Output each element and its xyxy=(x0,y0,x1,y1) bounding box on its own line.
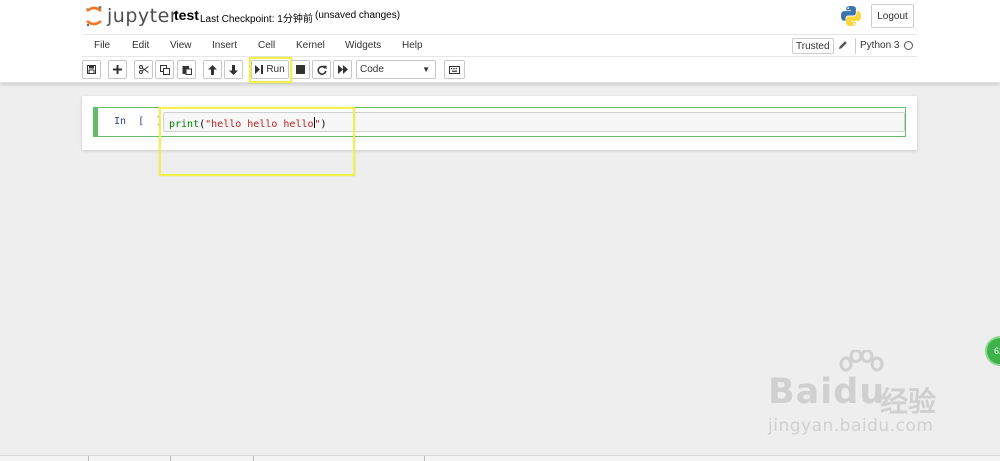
jupyter-logo-icon xyxy=(86,6,102,27)
bottom-scrollbar[interactable] xyxy=(0,455,1000,461)
toolbar: Run Code ▼ xyxy=(82,58,917,82)
paste-icon xyxy=(182,65,192,75)
kernel-idle-indicator-icon xyxy=(904,41,913,50)
menu-edit[interactable]: Edit xyxy=(132,40,149,51)
checkpoint-status: Last Checkpoint: 1分钟前 xyxy=(200,14,313,25)
strip-divider xyxy=(170,456,171,461)
menu-file[interactable]: File xyxy=(94,40,110,51)
menu-view[interactable]: View xyxy=(170,40,192,51)
kernel-name[interactable]: Python 3 xyxy=(860,40,899,51)
strip-divider xyxy=(424,456,425,461)
command-palette-button[interactable] xyxy=(444,60,465,79)
insert-cell-button[interactable] xyxy=(108,60,127,79)
plus-icon xyxy=(113,65,122,74)
restart-run-all-button[interactable] xyxy=(333,60,352,79)
save-icon xyxy=(87,65,96,74)
restart-kernel-button[interactable] xyxy=(312,60,331,79)
save-button[interactable] xyxy=(82,60,101,79)
notebook-name[interactable]: test xyxy=(174,7,199,23)
menu-help[interactable]: Help xyxy=(402,40,423,51)
interrupt-kernel-button[interactable] xyxy=(291,60,310,79)
header: jupyter test Last Checkpoint: 1分钟前 (unsa… xyxy=(0,0,1000,83)
cut-button[interactable] xyxy=(134,60,153,79)
baidu-watermark: Baidu 经验 jingyan.baidu.com xyxy=(768,350,948,440)
jupyter-logo-text: jupyter xyxy=(107,5,179,27)
top-bar: jupyter test Last Checkpoint: 1分钟前 (unsa… xyxy=(0,0,1000,34)
keyboard-icon xyxy=(449,65,460,74)
jupyter-logo[interactable]: jupyter xyxy=(84,4,178,28)
cell-type-value: Code xyxy=(360,64,384,75)
copy-button[interactable] xyxy=(155,60,174,79)
pencil-icon[interactable] xyxy=(838,40,848,50)
floating-badge[interactable]: 62 xyxy=(985,336,1000,366)
scissors-icon xyxy=(138,65,149,74)
kernel-divider xyxy=(855,38,856,54)
menu-widgets[interactable]: Widgets xyxy=(345,40,381,51)
watermark-url: jingyan.baidu.com xyxy=(768,416,934,436)
autosave-status: (unsaved changes) xyxy=(315,10,401,21)
menu-cell[interactable]: Cell xyxy=(258,40,275,51)
run-button-highlight xyxy=(249,57,292,83)
restart-icon xyxy=(316,65,327,75)
copy-icon xyxy=(159,64,170,75)
python-logo-icon xyxy=(841,6,861,26)
strip-divider xyxy=(253,456,254,461)
paste-button[interactable] xyxy=(177,60,196,79)
strip-divider xyxy=(88,456,89,461)
arrow-down-icon xyxy=(229,64,238,75)
watermark-brand: Baidu xyxy=(768,372,886,412)
logout-button[interactable]: Logout xyxy=(871,4,914,28)
menu-bar: File Edit View Insert Cell Kernel Widget… xyxy=(82,34,917,57)
code-highlight-box xyxy=(159,107,355,176)
cell-type-select[interactable]: Code ▼ xyxy=(356,60,436,79)
arrow-up-icon xyxy=(208,64,217,75)
menu-kernel[interactable]: Kernel xyxy=(296,40,325,51)
watermark-suffix: 经验 xyxy=(880,386,937,417)
trusted-indicator[interactable]: Trusted xyxy=(792,38,834,54)
menu-insert[interactable]: Insert xyxy=(212,40,237,51)
fast-forward-icon xyxy=(337,65,348,74)
stop-icon xyxy=(296,65,305,74)
move-down-button[interactable] xyxy=(224,60,243,79)
move-up-button[interactable] xyxy=(203,60,222,79)
chevron-down-icon: ▼ xyxy=(422,65,430,74)
